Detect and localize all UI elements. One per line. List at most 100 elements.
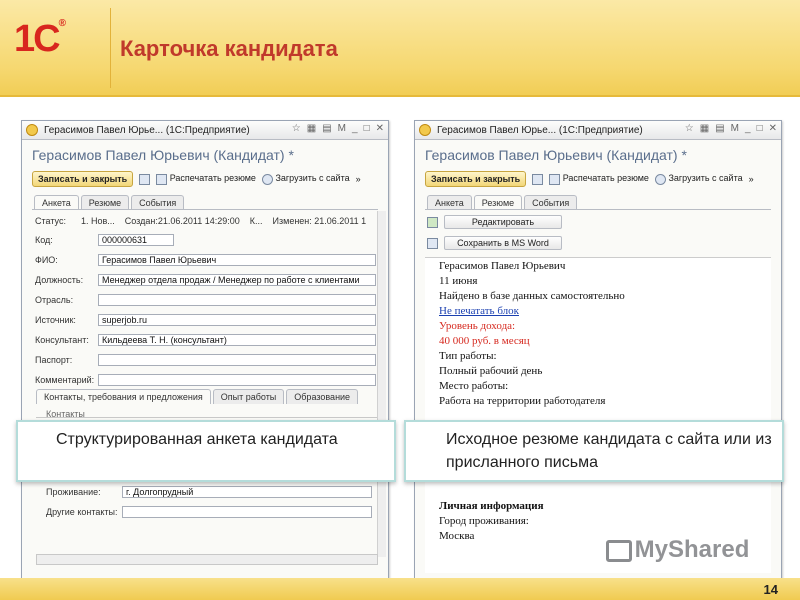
comment-field[interactable]: [98, 374, 376, 386]
resume-line: Москва: [439, 530, 475, 542]
close-icon[interactable]: ✕: [769, 123, 777, 134]
tab-anketa[interactable]: Анкета: [427, 195, 472, 210]
status-row: Статус: 1. Нов... Создан:21.06.2011 14:2…: [35, 216, 366, 226]
header-separator: [110, 8, 111, 88]
position-label: Должность:: [35, 275, 84, 285]
window-controls: ☆ ▦ ▤ M _ □ ✕: [685, 123, 777, 134]
calendar-icon[interactable]: ▤: [322, 123, 331, 134]
resume-window: Герасимов Павел Юрье... (1С:Предприятие)…: [414, 120, 782, 580]
info-icon: [654, 173, 666, 185]
passport-field[interactable]: [98, 354, 376, 366]
calendar-icon[interactable]: ▤: [715, 123, 724, 134]
subtabs: Контакты, требования и предложения Опыт …: [36, 389, 359, 404]
calc-icon[interactable]: ▦: [700, 123, 709, 134]
maximize-icon[interactable]: □: [364, 123, 370, 134]
comment-label: Комментарий:: [35, 375, 95, 385]
industry-field[interactable]: [98, 294, 376, 306]
tab-resume[interactable]: Резюме: [473, 195, 523, 210]
form-title: Герасимов Павел Юрьевич (Кандидат) *: [32, 147, 294, 163]
tab-events[interactable]: События: [131, 195, 185, 210]
source-label: Источник:: [35, 315, 76, 325]
slide-footer: [0, 578, 800, 600]
info-icon: [261, 173, 273, 185]
more-icon[interactable]: »: [356, 174, 361, 184]
page-number: 14: [763, 582, 778, 597]
source-field[interactable]: superjob.ru: [98, 314, 376, 326]
tab-events[interactable]: События: [524, 195, 578, 210]
horizontal-scrollbar[interactable]: [36, 554, 378, 565]
residence-label: Проживание:: [46, 487, 101, 497]
code-label: Код:: [35, 235, 53, 245]
logo-1c: 1С®: [14, 18, 66, 61]
resume-link[interactable]: Не печатать блок: [439, 305, 519, 317]
resume-line: Город проживания:: [439, 515, 529, 527]
star-icon[interactable]: ☆: [292, 123, 301, 134]
tab-anketa[interactable]: Анкета: [34, 195, 79, 210]
subtab-education[interactable]: Образование: [286, 389, 359, 404]
watermark-label: MyShared: [634, 536, 750, 563]
minimize-icon[interactable]: _: [352, 123, 358, 134]
resume-line: Тип работы:: [439, 350, 497, 362]
resume-line: 40 000 руб. в месяц: [439, 335, 530, 347]
tab-divider: [32, 209, 378, 210]
window-titlebar[interactable]: Герасимов Павел Юрье... (1С:Предприятие)…: [415, 121, 781, 140]
memory-icon[interactable]: M: [731, 123, 739, 134]
save-close-button[interactable]: Записать и закрыть: [425, 171, 527, 187]
memory-icon[interactable]: M: [338, 123, 346, 134]
save-icon[interactable]: [532, 173, 544, 185]
other-contacts-label: Другие контакты:: [46, 507, 118, 517]
consultant-field[interactable]: Кильдеева Т. Н. (консультант): [98, 334, 376, 346]
subtab-contacts[interactable]: Контакты, требования и предложения: [36, 389, 211, 404]
save-icon[interactable]: [139, 173, 151, 185]
fio-field[interactable]: Герасимов Павел Юрьевич: [98, 254, 376, 266]
tab-resume[interactable]: Резюме: [80, 195, 130, 210]
status-value[interactable]: 1. Нов...: [81, 216, 115, 226]
callout-structured-form: Структурированная анкета кандидата: [16, 420, 396, 482]
save-word-row: Сохранить в MS Word: [427, 236, 562, 250]
vertical-scrollbar[interactable]: [377, 211, 386, 557]
status-label: Статус:: [35, 216, 66, 226]
contacts-group-label: Контакты: [46, 409, 85, 419]
position-field[interactable]: Менеджер отдела продаж / Менеджер по раб…: [98, 274, 376, 286]
print-resume-button[interactable]: Распечатать резюме: [156, 173, 256, 185]
star-icon[interactable]: ☆: [685, 123, 694, 134]
save-word-button[interactable]: Сохранить в MS Word: [444, 236, 562, 250]
more-icon[interactable]: »: [749, 174, 754, 184]
printer-icon: [549, 173, 561, 185]
resume-section-heading: Личная информация: [439, 500, 544, 512]
resume-line: Место работы:: [439, 380, 509, 392]
edit-row: Редактировать: [427, 215, 562, 229]
resume-line: Найдено в базе данных самостоятельно: [439, 290, 625, 302]
residence-field[interactable]: г. Долгопрудный: [122, 486, 372, 498]
edit-button[interactable]: Редактировать: [444, 215, 562, 229]
close-icon[interactable]: ✕: [376, 123, 384, 134]
resume-line: 11 июня: [439, 275, 478, 287]
other-contacts-field[interactable]: [122, 506, 372, 518]
maximize-icon[interactable]: □: [757, 123, 763, 134]
logo-text: 1С: [14, 18, 61, 60]
resume-document[interactable]: Герасимов Павел Юрьевич 11 июня Найдено …: [425, 257, 771, 573]
resume-line: Герасимов Павел Юрьевич: [439, 260, 566, 272]
print-resume-button[interactable]: Распечатать резюме: [549, 173, 649, 185]
consultant-label: Консультант:: [35, 335, 89, 345]
load-site-button[interactable]: Загрузить с сайта: [654, 173, 743, 185]
window-titlebar[interactable]: Герасимов Павел Юрье... (1С:Предприятие)…: [22, 121, 388, 140]
load-site-label: Загрузить с сайта: [668, 173, 743, 184]
load-site-button[interactable]: Загрузить с сайта: [261, 173, 350, 185]
form-toolbar: Записать и закрыть Распечатать резюме За…: [32, 169, 361, 189]
group-divider: [36, 417, 382, 418]
form-toolbar: Записать и закрыть Распечатать резюме За…: [425, 169, 754, 189]
created-value: Создан:21.06.2011 14:29:00: [124, 216, 240, 226]
calc-icon[interactable]: ▦: [307, 123, 316, 134]
code-field[interactable]: 000000631: [98, 234, 174, 246]
form-title: Герасимов Павел Юрьевич (Кандидат) *: [425, 147, 687, 163]
tab-divider: [425, 209, 771, 210]
resume-line: Работа на территории работодателя: [439, 395, 606, 407]
save-close-button[interactable]: Записать и закрыть: [32, 171, 134, 187]
header-divider: [0, 95, 800, 97]
print-resume-label: Распечатать резюме: [562, 173, 649, 184]
minimize-icon[interactable]: _: [745, 123, 751, 134]
fio-label: ФИО:: [35, 255, 58, 265]
resume-line: Уровень дохода:: [439, 320, 516, 332]
subtab-experience[interactable]: Опыт работы: [212, 389, 285, 404]
